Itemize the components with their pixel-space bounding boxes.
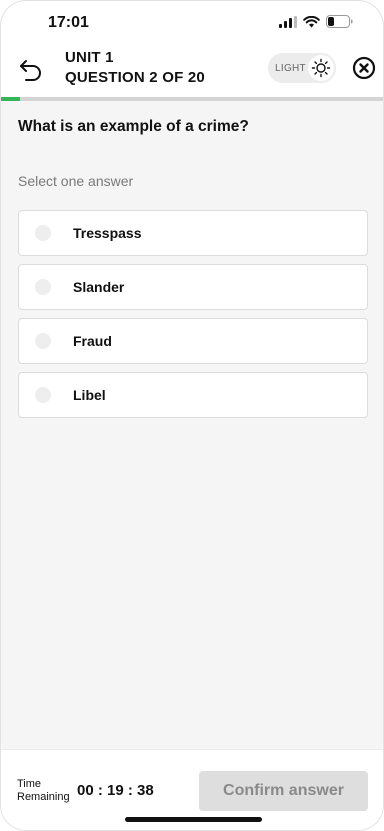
answer-option[interactable]: Fraud: [18, 318, 368, 364]
radio-button[interactable]: [35, 225, 51, 241]
status-bar: 17:01: [1, 1, 383, 45]
countdown-timer: 00 : 19 : 38: [77, 782, 154, 799]
unit-title: UNIT 1: [65, 49, 114, 66]
answer-option[interactable]: Libel: [18, 372, 368, 418]
answer-option-label: Fraud: [73, 333, 112, 349]
answer-options: Tresspass Slander Fraud Libel: [18, 210, 368, 426]
radio-button[interactable]: [35, 333, 51, 349]
footer: Time Remaining 00 : 19 : 38 Confirm answ…: [1, 749, 383, 830]
answer-option[interactable]: Slander: [18, 264, 368, 310]
theme-toggle[interactable]: LIGHT: [268, 53, 336, 83]
theme-toggle-label: LIGHT: [275, 62, 306, 74]
status-icons: [279, 15, 353, 28]
question-panel: What is an example of a crime? Select on…: [1, 101, 383, 750]
radio-button[interactable]: [35, 387, 51, 403]
radio-button[interactable]: [35, 279, 51, 295]
close-icon[interactable]: [352, 56, 376, 80]
answer-option-label: Slander: [73, 279, 125, 295]
confirm-answer-button[interactable]: Confirm answer: [199, 771, 368, 811]
question-counter: QUESTION 2 OF 20: [65, 69, 205, 86]
answer-option[interactable]: Tresspass: [18, 210, 368, 256]
theme-toggle-knob: [308, 55, 334, 81]
answer-option-label: Tresspass: [73, 225, 142, 241]
quiz-screen: 17:01 UNIT 1 QUESTION 2 OF 20 LIGHT What…: [0, 0, 384, 831]
status-time: 17:01: [48, 14, 89, 31]
sun-icon: [311, 58, 331, 78]
answer-option-label: Libel: [73, 387, 106, 403]
battery-icon: [326, 15, 353, 28]
home-indicator[interactable]: [125, 817, 262, 822]
back-arrow-icon[interactable]: [17, 55, 45, 83]
signal-icon: [279, 15, 297, 28]
question-text: What is an example of a crime?: [18, 118, 249, 135]
header: UNIT 1 QUESTION 2 OF 20 LIGHT: [1, 45, 383, 97]
answer-instruction: Select one answer: [18, 173, 134, 189]
time-remaining-label: Time Remaining: [17, 778, 70, 803]
wifi-icon: [303, 15, 320, 27]
